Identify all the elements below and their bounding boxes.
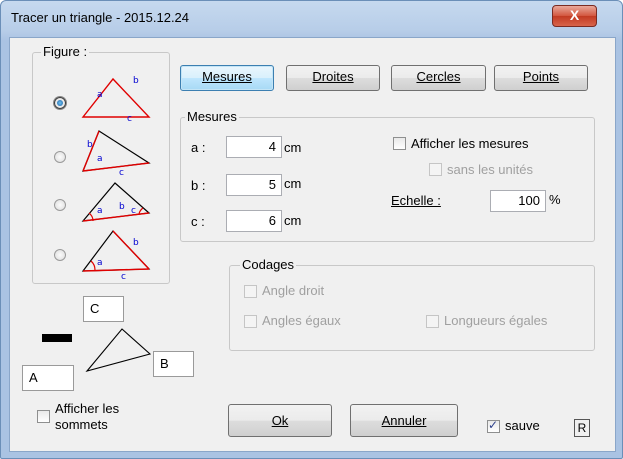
annuler-button-label: Annuler xyxy=(381,413,427,428)
svg-text:b: b xyxy=(119,202,125,212)
mesures-group: Mesures a : 4 cm b : 5 cm c : 6 cm Affic… xyxy=(180,109,595,242)
measure-b-unit: cm xyxy=(284,176,302,191)
tab-mesures[interactable]: Mesures xyxy=(180,65,274,91)
close-button[interactable]: X xyxy=(552,5,597,27)
dialog-window: Tracer un triangle - 2015.12.24 X Figure… xyxy=(0,0,623,459)
figure-radio-3[interactable] xyxy=(54,199,66,211)
tab-cercles[interactable]: Cercles xyxy=(391,65,486,91)
sans-unites-label: sans les unités xyxy=(447,162,533,177)
measure-a-input[interactable]: 4 xyxy=(226,136,282,158)
tab-points[interactable]: Points xyxy=(494,65,588,91)
figure-radio-1[interactable] xyxy=(54,97,66,109)
afficher-sommets-line2: sommets xyxy=(55,417,108,432)
color-swatch[interactable] xyxy=(42,334,72,342)
angle-droit-label: Angle droit xyxy=(262,283,325,298)
figure-group: Figure : a b c b a c a b c a b c xyxy=(32,44,170,284)
echelle-unit: % xyxy=(549,192,561,207)
svg-text:b: b xyxy=(133,76,139,86)
measure-c-input[interactable]: 6 xyxy=(226,210,282,232)
measure-c-unit: cm xyxy=(284,213,302,228)
tab-droites[interactable]: Droites xyxy=(286,65,380,91)
echelle-label: Echelle : xyxy=(391,193,441,208)
longueurs-egales-checkbox[interactable] xyxy=(426,315,439,328)
sauve-checkbox[interactable] xyxy=(487,418,500,433)
title-bar: Tracer un triangle - 2015.12.24 X xyxy=(1,1,622,37)
echelle-input[interactable]: 100 xyxy=(490,190,546,212)
afficher-mesures-label: Afficher les mesures xyxy=(411,136,529,151)
r-button[interactable]: R xyxy=(574,419,590,437)
svg-text:a: a xyxy=(97,258,103,268)
codages-legend: Codages xyxy=(240,257,297,272)
vertex-b-input[interactable]: B xyxy=(153,351,194,377)
afficher-mesures-checkbox[interactable] xyxy=(393,137,406,150)
svg-text:b: b xyxy=(133,238,139,248)
measure-c-label: c : xyxy=(191,214,205,229)
codages-group: Codages Angle droit Angles égaux Longueu… xyxy=(229,257,595,351)
angles-egaux-label: Angles égaux xyxy=(262,313,341,328)
ok-button[interactable]: Ok xyxy=(228,404,332,437)
dialog-client: Figure : a b c b a c a b c a b c Mesures… xyxy=(9,37,616,452)
svg-text:a: a xyxy=(97,206,103,216)
svg-text:c: c xyxy=(121,272,126,281)
figure-legend: Figure : xyxy=(41,44,90,59)
vertex-c-input[interactable]: C xyxy=(83,296,124,322)
vertex-preview-triangle-icon xyxy=(85,328,152,372)
longueurs-egales-label: Longueurs égales xyxy=(444,313,548,328)
sans-unites-checkbox[interactable] xyxy=(429,163,442,176)
measure-b-label: b : xyxy=(191,178,206,193)
svg-text:b: b xyxy=(87,140,93,150)
angles-egaux-checkbox[interactable] xyxy=(244,315,257,328)
svg-text:a: a xyxy=(97,90,103,100)
afficher-sommets-line1: Afficher les xyxy=(55,401,120,416)
mesures-legend: Mesures xyxy=(185,109,239,124)
sauve-label: sauve xyxy=(505,418,540,433)
tab-cercles-label: Cercles xyxy=(416,69,461,84)
vertex-a-input[interactable]: A xyxy=(22,365,74,391)
measure-a-unit: cm xyxy=(284,140,302,155)
svg-text:a: a xyxy=(97,154,103,164)
measure-a-label: a : xyxy=(191,140,206,155)
ok-button-label: Ok xyxy=(271,413,289,428)
triangle-figure-4-icon: a b c xyxy=(81,230,151,281)
window-title: Tracer un triangle - 2015.12.24 xyxy=(11,10,190,25)
svg-text:c: c xyxy=(131,206,136,216)
figure-radio-4[interactable] xyxy=(54,249,66,261)
annuler-button[interactable]: Annuler xyxy=(350,404,458,437)
tab-mesures-label: Mesures xyxy=(202,69,252,84)
measure-b-input[interactable]: 5 xyxy=(226,174,282,196)
tab-droites-label: Droites xyxy=(312,69,354,84)
angle-droit-checkbox[interactable] xyxy=(244,285,257,298)
triangle-figure-1-icon: a b c xyxy=(81,76,151,124)
tab-points-label: Points xyxy=(522,69,560,84)
afficher-sommets-checkbox[interactable] xyxy=(37,410,50,423)
figure-radio-2[interactable] xyxy=(54,151,66,163)
